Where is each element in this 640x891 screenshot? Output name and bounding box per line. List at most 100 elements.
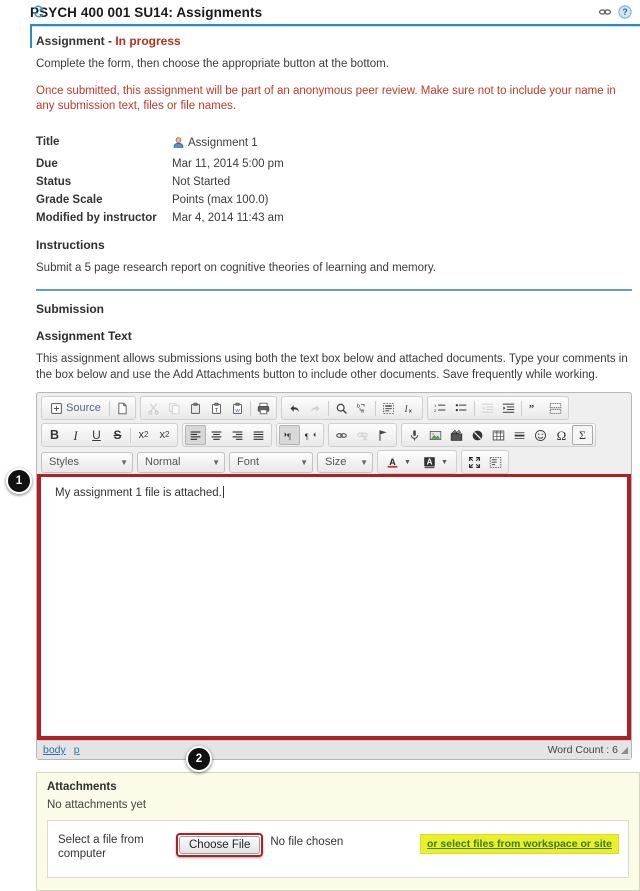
font-select[interactable]: Font ▼	[229, 451, 313, 473]
new-page-button[interactable]	[112, 398, 133, 418]
show-blocks-button[interactable]	[485, 452, 506, 472]
toolbar-group-tools	[460, 450, 509, 475]
instructions-body: Submit a 5 page research report on cogni…	[36, 261, 436, 274]
align-center-button[interactable]	[206, 425, 227, 445]
insert-movie-button[interactable]	[446, 425, 467, 445]
increase-indent-button[interactable]	[498, 398, 519, 418]
detail-key: Status	[36, 175, 72, 188]
paste-as-text-button[interactable]: T	[206, 398, 227, 418]
assignment-details-table: Title Assignment 1 Due Mar 11, 2014 5:00…	[36, 133, 284, 227]
underline-button[interactable]: U	[86, 425, 107, 445]
callout-badge-2: 2	[186, 746, 212, 772]
svg-text:”: ”	[529, 403, 534, 414]
cut-button[interactable]	[143, 398, 164, 418]
word-count-label: Word Count : 6	[547, 744, 618, 757]
callout-badge-1: 1	[6, 468, 32, 494]
numbered-list-button[interactable]: 12	[430, 398, 451, 418]
assignment-text-editor-body[interactable]: My assignment 1 file is attached.	[37, 474, 631, 741]
find-button[interactable]	[331, 398, 352, 418]
detail-value: Assignment 1	[172, 133, 284, 155]
print-button[interactable]	[253, 398, 274, 418]
no-file-chosen-text: No file chosen	[270, 836, 344, 849]
refresh-icon[interactable]	[32, 5, 45, 18]
detail-value: Not Started	[172, 175, 231, 188]
attachments-heading: Attachments	[47, 781, 117, 794]
paste-from-word-button[interactable]: W	[227, 398, 248, 418]
toolbar-group-clipboard: T W	[139, 396, 277, 421]
ltr-button[interactable]: ¶	[279, 425, 300, 446]
align-right-button[interactable]	[227, 425, 248, 445]
assignment-label: Assignment -	[36, 34, 116, 48]
undo-button[interactable]	[284, 398, 305, 418]
background-color-button[interactable]: A ▼	[417, 452, 454, 472]
text-caret	[222, 486, 224, 499]
detail-value: Points (max 100.0)	[172, 193, 269, 206]
anchor-button[interactable]	[373, 425, 394, 445]
select-from-workspace-link[interactable]: or select files from workspace or site	[421, 835, 618, 854]
rtl-button[interactable]: ¶	[300, 425, 321, 445]
insert-audio-button[interactable]	[404, 425, 425, 445]
detail-value: Mar 11, 2014 5:00 pm	[172, 157, 284, 170]
replace-button[interactable]: ba	[352, 398, 373, 418]
remove-format-button[interactable]: Ix	[399, 398, 420, 418]
insert-image-button[interactable]	[425, 425, 446, 445]
align-left-button[interactable]	[185, 425, 206, 446]
table-row: Status Not Started	[36, 173, 284, 191]
horizontal-rule-button[interactable]	[509, 425, 530, 445]
divider	[108, 400, 110, 416]
section-divider	[36, 289, 632, 292]
div-container-button[interactable]	[545, 398, 566, 418]
bold-button[interactable]: B	[44, 425, 65, 445]
superscript-button[interactable]: x2	[154, 425, 175, 445]
unlink-button[interactable]	[352, 425, 373, 445]
help-icon[interactable]: ?	[618, 5, 632, 19]
text-color-button[interactable]: A ▼	[380, 452, 417, 472]
subscript-button[interactable]: x2	[133, 425, 154, 445]
choose-file-button[interactable]: Choose File	[179, 836, 261, 855]
editor-text-content: My assignment 1 file is attached.	[55, 487, 222, 500]
insert-flash-button[interactable]	[467, 425, 488, 445]
form-instruction: Complete the form, then choose the appro…	[36, 58, 389, 70]
decrease-indent-button[interactable]	[477, 398, 498, 418]
maximize-button[interactable]	[464, 452, 485, 472]
editor-status-bar: body p Word Count : 6	[37, 740, 631, 760]
strikethrough-button[interactable]: S	[107, 425, 128, 445]
special-character-button[interactable]: Ω	[551, 425, 572, 445]
bulleted-list-button[interactable]	[451, 398, 472, 418]
italic-button[interactable]: I	[65, 425, 86, 445]
font-size-value: Size	[325, 456, 347, 469]
insert-formula-button[interactable]: Σ	[572, 425, 593, 446]
insert-table-button[interactable]	[488, 425, 509, 445]
copy-button[interactable]	[164, 398, 185, 418]
divider	[249, 400, 251, 416]
element-path-p[interactable]: p	[74, 744, 80, 756]
resize-grip-icon[interactable]	[621, 746, 628, 754]
table-row: Grade Scale Points (max 100.0)	[36, 191, 284, 209]
svg-text:¶: ¶	[305, 431, 309, 440]
toolbar-group-document: Source	[41, 396, 136, 421]
align-justify-button[interactable]	[248, 425, 269, 445]
toolbar-group-direction: ¶ ¶	[276, 423, 324, 448]
styles-select-value: Styles	[49, 456, 79, 469]
permalink-icon[interactable]	[598, 5, 612, 19]
table-row: Title Assignment 1	[36, 133, 284, 155]
paragraph-format-select[interactable]: Normal ▼	[137, 451, 225, 473]
divider	[374, 400, 376, 416]
toolbar-group-paragraph: 12 ”	[426, 396, 569, 421]
redo-button[interactable]	[305, 398, 326, 418]
paste-button[interactable]	[185, 398, 206, 418]
blockquote-button[interactable]: ”	[524, 398, 545, 418]
link-button[interactable]	[331, 425, 352, 445]
file-picker-row: Select a file from computer Choose File …	[47, 820, 629, 879]
svg-text:x: x	[409, 408, 413, 414]
svg-text:?: ?	[622, 7, 627, 17]
source-button[interactable]: Source	[44, 398, 107, 418]
svg-text:2: 2	[434, 407, 437, 412]
smiley-button[interactable]	[530, 425, 551, 445]
select-all-button[interactable]	[378, 398, 399, 418]
styles-select[interactable]: Styles ▼	[41, 451, 133, 473]
svg-text:a: a	[361, 408, 364, 414]
font-size-select[interactable]: Size ▼	[317, 451, 373, 473]
element-path-body[interactable]: body	[43, 744, 66, 756]
header-actions: ?	[598, 5, 632, 19]
